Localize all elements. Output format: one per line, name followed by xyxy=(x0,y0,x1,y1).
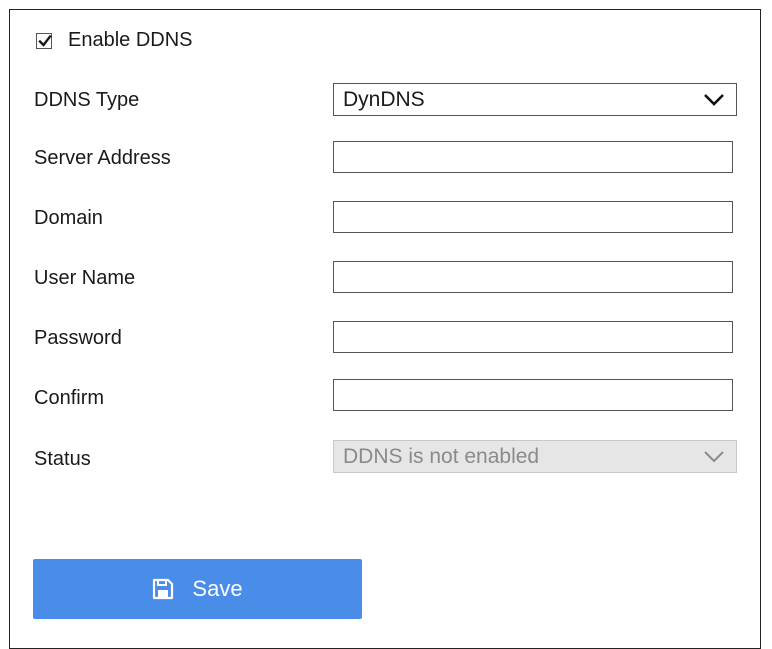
ddns-type-value: DynDNS xyxy=(343,87,425,111)
confirm-label: Confirm xyxy=(34,387,105,409)
checkmark-icon xyxy=(38,34,52,47)
domain-input[interactable] xyxy=(333,201,733,233)
server-address-label: Server Address xyxy=(34,147,171,169)
confirm-password-input[interactable] xyxy=(333,379,733,411)
save-button[interactable]: Save xyxy=(33,559,362,619)
save-button-label: Save xyxy=(192,576,243,601)
ddns-type-select[interactable]: DynDNS xyxy=(333,83,737,116)
server-address-input[interactable] xyxy=(333,141,733,173)
enable-ddns-row[interactable]: Enable DDNS xyxy=(36,26,193,54)
status-value: DDNS is not enabled xyxy=(343,444,540,468)
user-name-input[interactable] xyxy=(333,261,733,293)
password-label: Password xyxy=(34,327,122,349)
status-label: Status xyxy=(34,448,91,470)
status-select: DDNS is not enabled xyxy=(333,440,737,473)
enable-ddns-checkbox[interactable] xyxy=(36,33,52,49)
enable-ddns-label: Enable DDNS xyxy=(68,28,193,51)
domain-label: Domain xyxy=(34,207,103,229)
ddns-type-label: DDNS Type xyxy=(34,89,140,111)
save-icon xyxy=(153,578,174,600)
user-name-label: User Name xyxy=(34,267,136,289)
password-input[interactable] xyxy=(333,321,733,353)
chevron-down-icon xyxy=(704,93,724,106)
chevron-down-icon xyxy=(704,450,724,462)
